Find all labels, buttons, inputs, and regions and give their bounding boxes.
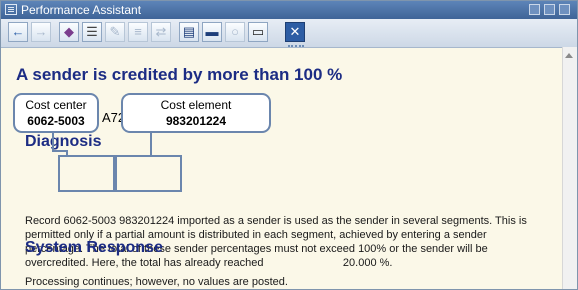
performance-assistant-window: Performance Assistant ← → ◆ ☰ ✎ ≡ ⇄ ▤ ▬ … xyxy=(0,0,578,290)
callout-connectors xyxy=(52,133,152,157)
cost-element-highlight xyxy=(115,155,182,192)
cost-center-connector xyxy=(52,133,68,157)
cost-center-highlight xyxy=(58,155,115,192)
